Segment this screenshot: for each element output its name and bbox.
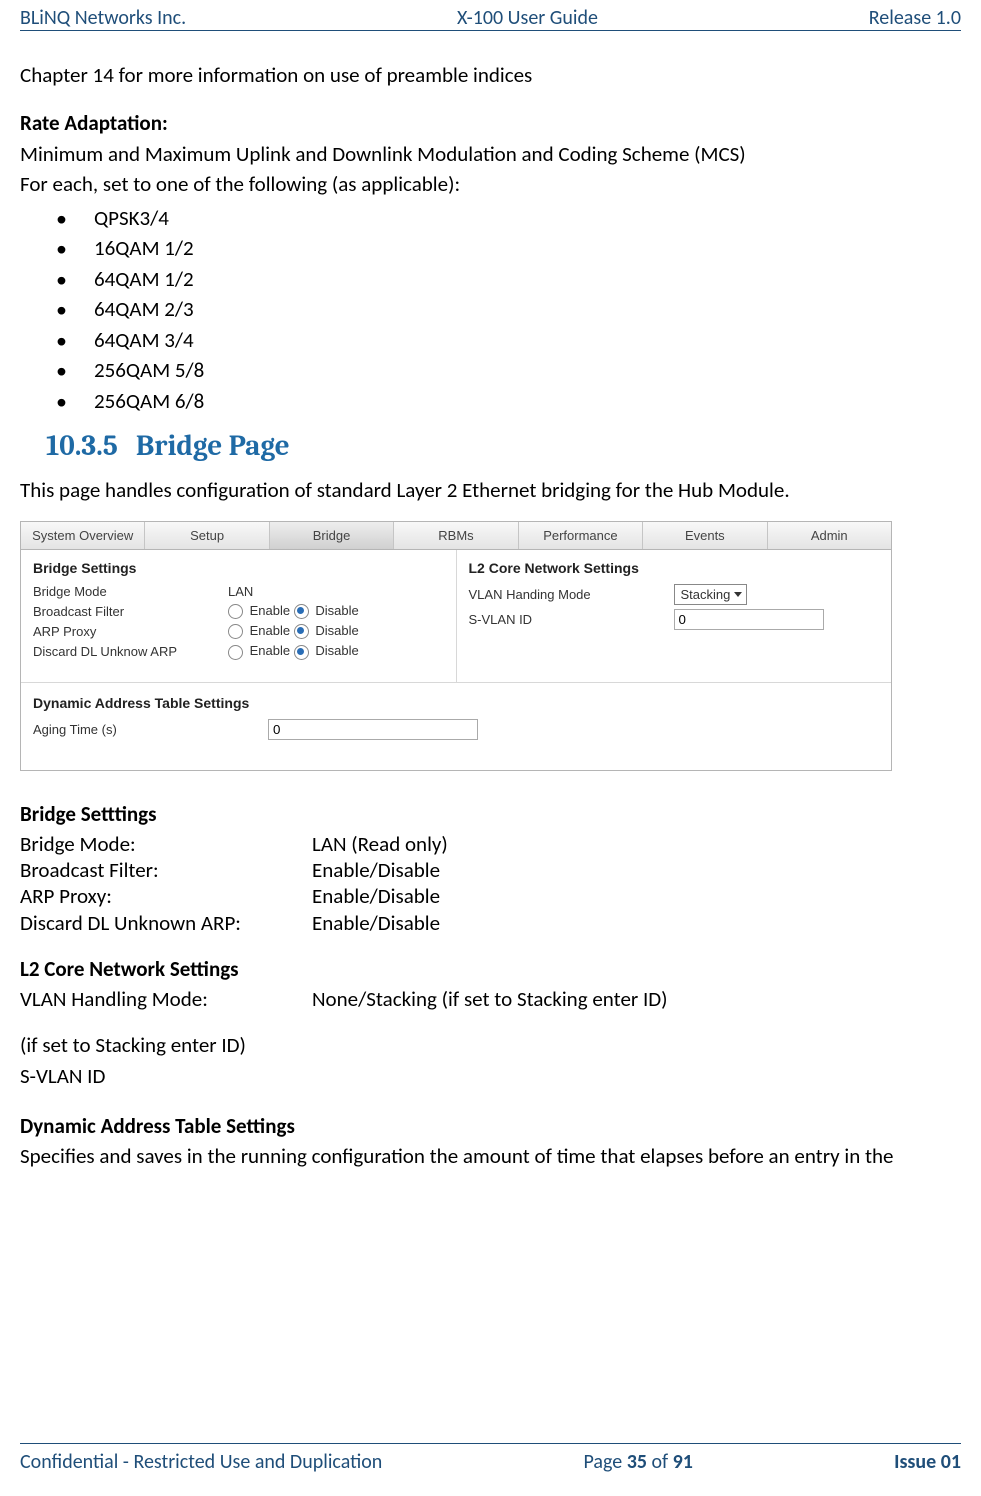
tab-setup[interactable]: Setup — [145, 522, 269, 549]
dynamic-address-panel: Dynamic Address Table Settings Aging Tim… — [21, 682, 891, 770]
vlan-mode-select[interactable]: Stacking — [674, 584, 748, 605]
def-value: Enable/Disable — [312, 857, 440, 883]
disable-label: Disable — [315, 603, 358, 618]
page-of: of — [647, 1450, 673, 1474]
intro-line: Chapter 14 for more information on use o… — [20, 62, 961, 88]
discard-dl-arp-label: Discard DL Unknow ARP — [33, 644, 228, 659]
broadcast-filter-enable-radio[interactable] — [228, 604, 243, 619]
def-key: VLAN Handling Mode: — [20, 986, 312, 1012]
bridge-settings-panel: Bridge Settings Bridge Mode LAN Broadcas… — [21, 550, 457, 681]
rate-line1: Minimum and Maximum Uplink and Downlink … — [20, 141, 961, 167]
vlan-mode-row: VLAN Handing Mode Stacking — [469, 584, 880, 605]
mcs-item: 64QAM 1/2 — [20, 264, 961, 294]
bridge-mode-row: Bridge Mode LAN — [33, 584, 444, 599]
broadcast-filter-disable-radio[interactable] — [294, 604, 309, 619]
tab-bar: System Overview Setup Bridge RBMs Perfor… — [21, 522, 891, 550]
tab-bridge[interactable]: Bridge — [270, 522, 394, 549]
def-value: Enable/Disable — [312, 910, 440, 936]
mcs-item: QPSK3/4 — [20, 203, 961, 233]
def-key: Broadcast Filter: — [20, 857, 312, 883]
section-desc: This page handles configuration of stand… — [20, 477, 961, 503]
disable-label: Disable — [315, 623, 358, 638]
bridge-settings-def-title: Bridge Setttings — [20, 801, 961, 827]
def-value: None/Stacking (if set to Stacking enter … — [312, 986, 668, 1012]
arp-proxy-label: ARP Proxy — [33, 624, 228, 639]
svlan-label: S-VLAN ID — [469, 612, 674, 627]
page-prefix: Page — [583, 1450, 626, 1474]
discard-dl-arp-row: Discard DL Unknow ARP Enable Disable — [33, 643, 444, 659]
footer-right: Issue 01 — [894, 1450, 961, 1474]
mcs-item: 64QAM 3/4 — [20, 325, 961, 355]
header-right: Release 1.0 — [869, 6, 961, 30]
discard-dl-arp-enable-radio[interactable] — [228, 645, 243, 660]
enable-label: Enable — [250, 623, 290, 638]
footer-page: Page 35 of 91 — [583, 1450, 692, 1474]
rate-line2: For each, set to one of the following (a… — [20, 171, 961, 197]
aging-time-label: Aging Time (s) — [33, 722, 268, 737]
mcs-item: 256QAM 6/8 — [20, 386, 961, 416]
bridge-settings-title: Bridge Settings — [33, 560, 444, 576]
def-value: LAN (Read only) — [312, 831, 448, 857]
def-key: Bridge Mode: — [20, 831, 312, 857]
def-value: Enable/Disable — [312, 883, 440, 909]
mcs-item: 256QAM 5/8 — [20, 355, 961, 385]
enable-label: Enable — [250, 603, 290, 618]
page-content: Chapter 14 for more information on use o… — [20, 62, 961, 1173]
footer-left: Confidential - Restricted Use and Duplic… — [20, 1450, 382, 1474]
aging-time-row: Aging Time (s) — [33, 719, 879, 740]
header-center: X-100 User Guide — [457, 6, 598, 30]
section-title: Bridge Page — [136, 430, 290, 463]
dyn-def-title: Dynamic Address Table Settings — [20, 1113, 961, 1139]
rate-adaptation-title: Rate Adaptation: — [20, 110, 961, 136]
dyn-title: Dynamic Address Table Settings — [33, 695, 879, 711]
footer-rule — [20, 1443, 961, 1444]
definitions-block: Bridge Setttings Bridge Mode:LAN (Read o… — [20, 801, 961, 1170]
bridge-screenshot: System Overview Setup Bridge RBMs Perfor… — [20, 521, 892, 770]
section-number: 10.3.5 — [46, 430, 118, 463]
enable-label: Enable — [250, 643, 290, 658]
svlan-id-label: S-VLAN ID — [20, 1063, 961, 1089]
arp-proxy-row: ARP Proxy Enable Disable — [33, 623, 444, 639]
mcs-item: 64QAM 2/3 — [20, 294, 961, 324]
broadcast-filter-row: Broadcast Filter Enable Disable — [33, 603, 444, 619]
disable-label: Disable — [315, 643, 358, 658]
l2-def-title: L2 Core Network Settings — [20, 956, 961, 982]
page-current: 35 — [627, 1450, 647, 1474]
page-header: BLiNQ Networks Inc. X-100 User Guide Rel… — [0, 6, 981, 30]
bridge-mode-label: Bridge Mode — [33, 584, 228, 599]
header-left: BLiNQ Networks Inc. — [20, 6, 186, 30]
section-heading: 10.3.5 Bridge Page — [46, 430, 961, 463]
mcs-list: QPSK3/4 16QAM 1/2 64QAM 1/2 64QAM 2/3 64… — [20, 203, 961, 416]
def-key: Discard DL Unknown ARP: — [20, 910, 312, 936]
page-total: 91 — [673, 1450, 693, 1474]
tab-admin[interactable]: Admin — [768, 522, 891, 549]
stacking-condition: (if set to Stacking enter ID) — [20, 1032, 961, 1058]
broadcast-filter-label: Broadcast Filter — [33, 604, 228, 619]
discard-dl-arp-disable-radio[interactable] — [294, 645, 309, 660]
tab-performance[interactable]: Performance — [519, 522, 643, 549]
tab-rbms[interactable]: RBMs — [394, 522, 518, 549]
vlan-mode-label: VLAN Handing Mode — [469, 587, 674, 602]
l2-core-panel: L2 Core Network Settings VLAN Handing Mo… — [457, 550, 892, 681]
tab-system-overview[interactable]: System Overview — [21, 522, 145, 549]
header-rule — [20, 30, 961, 31]
bridge-mode-value: LAN — [228, 584, 253, 599]
tab-events[interactable]: Events — [643, 522, 767, 549]
arp-proxy-disable-radio[interactable] — [294, 624, 309, 639]
l2-core-title: L2 Core Network Settings — [469, 560, 880, 576]
aging-time-input[interactable] — [268, 719, 478, 740]
svlan-input[interactable] — [674, 609, 824, 630]
svlan-row: S-VLAN ID — [469, 609, 880, 630]
def-key: ARP Proxy: — [20, 883, 312, 909]
mcs-item: 16QAM 1/2 — [20, 233, 961, 263]
dyn-def-desc: Specifies and saves in the running confi… — [20, 1143, 961, 1169]
page-footer: Confidential - Restricted Use and Duplic… — [0, 1450, 981, 1474]
arp-proxy-enable-radio[interactable] — [228, 624, 243, 639]
